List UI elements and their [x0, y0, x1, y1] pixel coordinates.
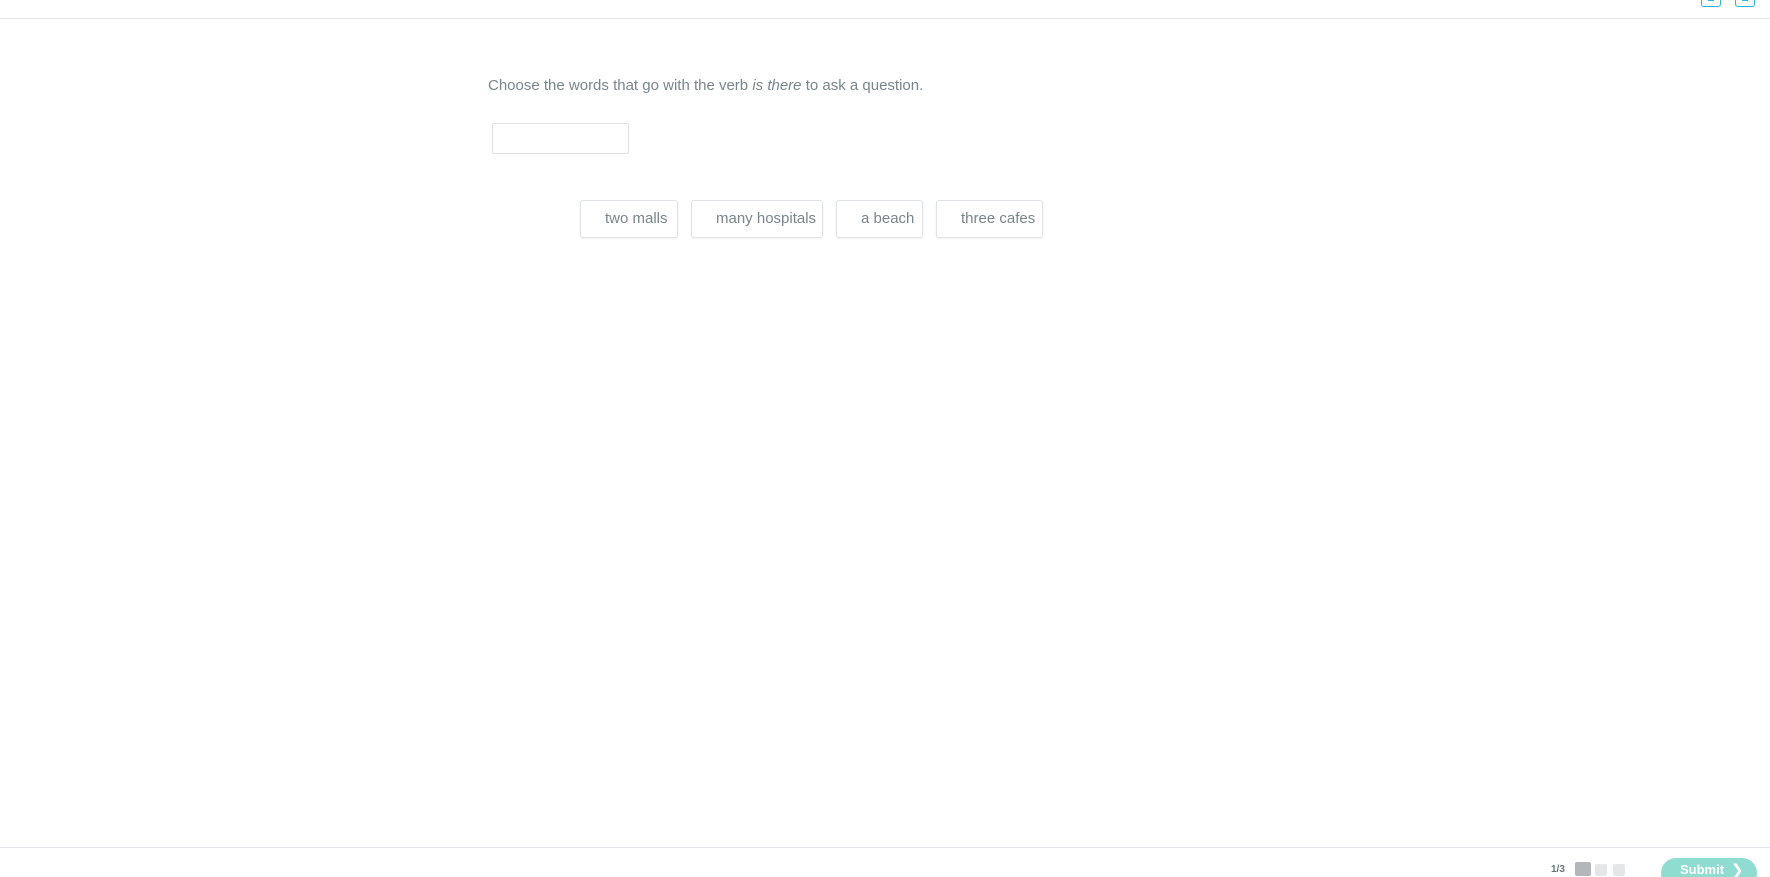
list-icon[interactable] [1701, 0, 1721, 7]
top-bar [0, 0, 1770, 19]
prompt-text-before: Choose the words that go with the verb [488, 77, 753, 94]
answer-drop-slot[interactable] [492, 123, 629, 154]
question-prompt: Choose the words that go with the verb i… [488, 77, 923, 94]
progress-counter: 1/3 [1551, 864, 1565, 875]
word-tile-a-beach[interactable]: a beach [836, 200, 923, 238]
flag-icon[interactable] [1735, 0, 1755, 7]
prompt-text-after: to ask a question. [801, 77, 924, 94]
word-tile-many-hospitals[interactable]: many hospitals [691, 200, 823, 238]
prompt-verb: is there [752, 77, 802, 94]
progress-step-3[interactable] [1613, 864, 1625, 876]
word-tile-two-malls[interactable]: two malls [580, 200, 678, 238]
chevron-right-icon: ❯ [1731, 862, 1744, 877]
progress-step-2[interactable] [1595, 864, 1607, 876]
progress-step-1[interactable] [1575, 862, 1591, 876]
footer-bar: 1/3 Submit ❯ [0, 847, 1770, 877]
submit-label: Submit [1680, 862, 1725, 877]
submit-button[interactable]: Submit ❯ [1661, 858, 1757, 877]
word-tile-three-cafes[interactable]: three cafes [936, 200, 1043, 238]
